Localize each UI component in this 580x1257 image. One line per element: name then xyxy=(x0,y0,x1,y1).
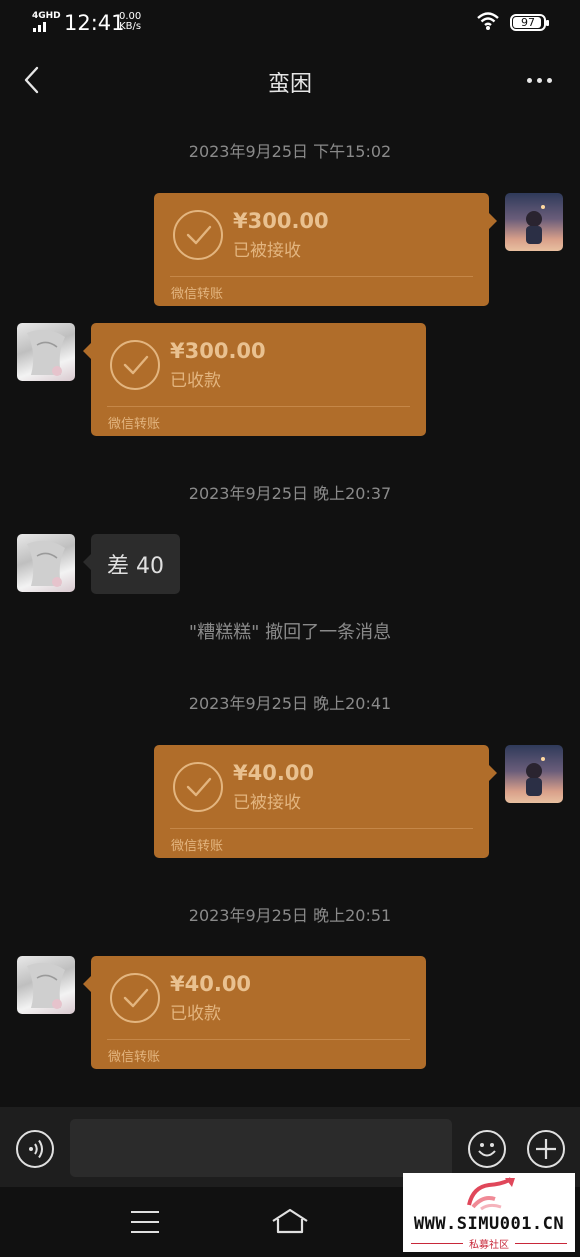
transfer-amount: ¥40.00 xyxy=(233,761,315,785)
plus-icon xyxy=(536,1139,556,1159)
contact-avatar[interactable] xyxy=(17,956,75,1014)
girl-avatar-image xyxy=(27,329,65,376)
transfer-card-sent[interactable]: ¥40.00 已被接收 微信转账 xyxy=(154,745,497,858)
text-message[interactable]: 差 40 xyxy=(83,534,180,594)
more-options-button[interactable] xyxy=(524,72,556,88)
transfer-status: 已收款 xyxy=(170,371,221,391)
message-input[interactable] xyxy=(70,1119,452,1177)
emoji-icon xyxy=(478,1143,496,1157)
transfer-amount: ¥300.00 xyxy=(233,209,329,233)
voice-button[interactable] xyxy=(16,1130,54,1168)
wifi-icon xyxy=(477,12,499,30)
watermark: WWW.SIMU001.CN 私募社区 xyxy=(403,1173,575,1252)
check-circle-icon xyxy=(173,762,223,812)
transfer-status: 已被接收 xyxy=(233,241,301,261)
chat-header: 蛮困 xyxy=(0,50,580,110)
boy-avatar-image xyxy=(526,757,545,796)
contact-avatar[interactable] xyxy=(17,323,75,381)
contact-name: 蛮困 xyxy=(267,72,312,97)
voice-icon xyxy=(29,1139,43,1159)
clock: 12:41 xyxy=(64,11,125,35)
check-circle-icon xyxy=(173,210,223,260)
girl-avatar-image xyxy=(27,540,65,587)
watermark-subtitle: 私募社区 xyxy=(403,1236,575,1251)
transfer-label: 微信转账 xyxy=(108,1050,161,1065)
boy-avatar-image xyxy=(526,205,545,244)
network-type: 4GHD xyxy=(32,11,61,21)
net-speed: 0.00 KB/s xyxy=(119,12,141,32)
check-circle-icon xyxy=(110,340,160,390)
emoji-button[interactable] xyxy=(468,1130,506,1168)
battery-icon: 97 xyxy=(510,14,549,31)
transfer-card-sent[interactable]: ¥300.00 已被接收 微信转账 xyxy=(154,193,497,306)
transfer-status: 已收款 xyxy=(170,1004,221,1024)
girl-avatar-image xyxy=(27,962,65,1009)
transfer-card-received[interactable]: ¥40.00 已收款 微信转账 xyxy=(83,956,426,1069)
timestamp: 2023年9月25日 晚上20:37 xyxy=(188,484,392,503)
transfer-label: 微信转账 xyxy=(108,417,161,432)
more-functions-button[interactable] xyxy=(527,1130,565,1168)
message-text: 差 40 xyxy=(107,554,164,579)
timestamp: 2023年9月25日 晚上20:51 xyxy=(188,906,392,925)
status-bar: 4GHD 12:41 0.00 KB/s 97 xyxy=(0,0,580,46)
signal-icon xyxy=(33,21,53,32)
watermark-url: WWW.SIMU001.CN xyxy=(413,1214,565,1234)
timestamp: 2023年9月25日 晚上20:41 xyxy=(188,694,392,713)
my-avatar[interactable] xyxy=(505,193,563,251)
check-circle-icon xyxy=(110,973,160,1023)
transfer-status: 已被接收 xyxy=(233,793,301,813)
battery-level: 97 xyxy=(521,16,535,29)
transfer-card-received[interactable]: ¥300.00 已收款 微信转账 xyxy=(83,323,426,436)
my-avatar[interactable] xyxy=(505,745,563,803)
transfer-label: 微信转账 xyxy=(171,839,224,854)
recall-notice: "糟糕糕" 撤回了一条消息 xyxy=(188,622,392,643)
transfer-amount: ¥40.00 xyxy=(170,972,252,996)
timestamp: 2023年9月25日 下午15:02 xyxy=(188,142,392,161)
net-speed-unit: KB/s xyxy=(119,21,142,32)
contact-avatar[interactable] xyxy=(17,534,75,592)
watermark-logo-icon xyxy=(467,1177,515,1211)
recent-apps-button[interactable] xyxy=(131,1211,159,1233)
transfer-label: 微信转账 xyxy=(171,287,224,302)
transfer-amount: ¥300.00 xyxy=(170,339,266,363)
home-icon xyxy=(272,1208,308,1234)
home-button[interactable] xyxy=(270,1207,310,1239)
